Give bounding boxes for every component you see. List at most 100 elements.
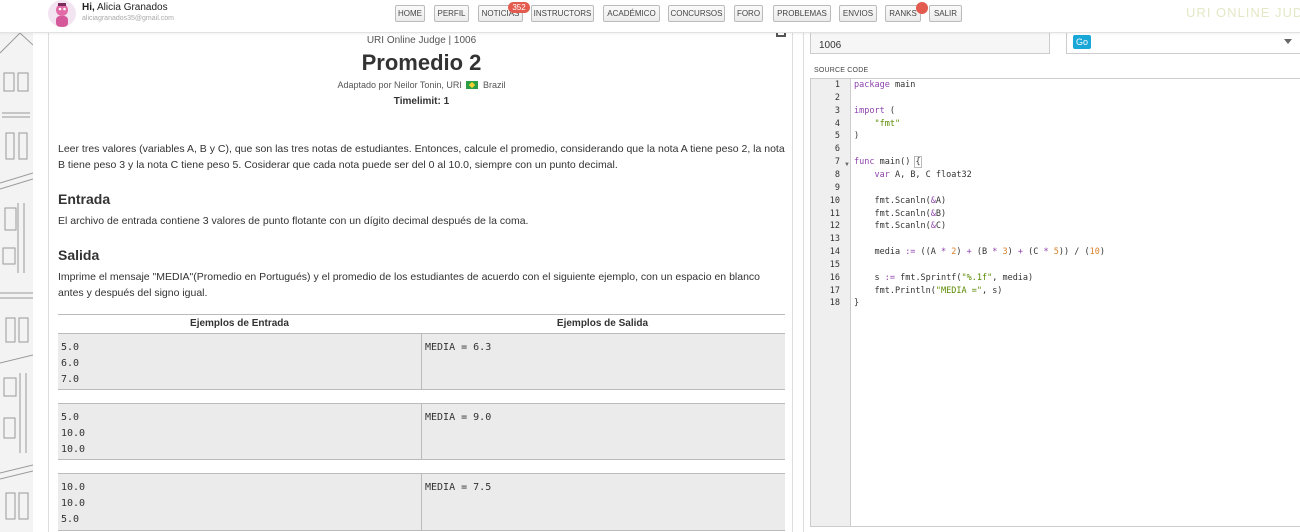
avatar-icon xyxy=(56,3,68,27)
code-token: 10 xyxy=(1089,247,1100,258)
code-token: )) / ( xyxy=(1058,247,1090,258)
line-number: 5 xyxy=(834,131,840,142)
code-token: ) xyxy=(1099,247,1105,258)
code-line[interactable]: fmt.Println("MEDIA =", s) xyxy=(854,286,1002,296)
nav-academico-button[interactable]: ACADÉMICO xyxy=(603,5,660,22)
line-number: 10 xyxy=(829,195,840,206)
selected-language: Go xyxy=(1073,35,1092,49)
nav-perfil-button[interactable]: PERFIL xyxy=(434,5,469,22)
output-heading: Salida xyxy=(58,247,100,263)
line-number: 17 xyxy=(829,285,840,296)
brazil-flag-icon xyxy=(466,81,479,89)
example-row: 5.0 10.0 10.0 MEDIA = 9.0 xyxy=(58,403,785,460)
example-input: 5.0 6.0 7.0 xyxy=(61,342,80,385)
chevron-down-icon[interactable] xyxy=(1284,39,1292,44)
code-line[interactable]: media := ((A * 2) + (B * 3) + (C * 5)) /… xyxy=(854,247,1105,257)
input-heading: Entrada xyxy=(58,191,111,207)
example-output: MEDIA = 6.3 xyxy=(421,334,784,389)
code-token: main() xyxy=(874,157,916,168)
code-token: fmt.Sprintf( xyxy=(894,272,962,283)
example-row: 10.0 10.0 5.0 MEDIA = 7.5 xyxy=(58,473,785,531)
nav-instructors-button[interactable]: INSTRUCTORS xyxy=(531,5,594,22)
ranks-notification-dot xyxy=(916,2,928,14)
line-number: 18 xyxy=(829,298,840,309)
code-token: ((A xyxy=(915,247,942,258)
fold-arrow-icon[interactable]: ▼ xyxy=(844,162,850,168)
credit-country: Brazil xyxy=(482,80,506,90)
line-number: 6 xyxy=(834,144,840,155)
example-input: 5.0 10.0 10.0 xyxy=(61,412,86,455)
nav-envios-button[interactable]: ENVIOS xyxy=(839,5,877,22)
code-line[interactable]: import ( xyxy=(854,106,895,116)
code-token: fmt.Scanln( xyxy=(854,221,931,232)
code-line[interactable]: func main() { xyxy=(854,156,922,169)
source-code-label: SOURCE CODE xyxy=(814,67,869,74)
greeting-prefix: Hi, xyxy=(82,2,95,13)
code-token: import xyxy=(854,105,885,116)
line-number: 14 xyxy=(829,247,840,258)
page-title: Promedio 2 xyxy=(361,50,482,75)
code-line[interactable]: fmt.Scanln(&C) xyxy=(854,221,946,231)
problem-statement-panel: URI Online Judge | 1006 Promedio 2 Adapt… xyxy=(48,33,793,532)
line-number: 3 xyxy=(834,105,840,116)
code-token: , s) xyxy=(981,285,1003,296)
code-token: "%.1f" xyxy=(961,272,993,283)
code-token: A, B, C float32 xyxy=(889,169,972,180)
code-token: := xyxy=(905,247,916,258)
code-line[interactable]: ) xyxy=(854,131,859,141)
code-line[interactable]: package main xyxy=(854,80,915,90)
line-number: 11 xyxy=(829,208,840,219)
code-line[interactable]: fmt.Scanln(&B) xyxy=(854,209,946,219)
nav-foro-button[interactable]: FORO xyxy=(734,5,763,22)
line-number: 13 xyxy=(829,234,840,245)
code-token: (C xyxy=(1023,247,1044,258)
code-token: ( xyxy=(884,105,895,116)
nav-home-button[interactable]: HOME xyxy=(395,5,425,22)
nav-salir-button[interactable]: SALIR xyxy=(929,5,962,22)
code-token: func xyxy=(854,157,875,168)
example-input: 10.0 10.0 5.0 xyxy=(61,482,86,525)
code-editor[interactable]: 1 2 3 4 5 6 7 8 9 10 11 12 13 14 15 16 17 18 ▼ package ma… xyxy=(810,78,1300,527)
code-token: , media) xyxy=(992,272,1034,283)
submission-panel: 1006 Go SOURCE CODE 1 2 3 4 5 6 7 8 9 10 11 12 13 14 1… xyxy=(803,31,1300,532)
line-number: 7 xyxy=(834,157,840,168)
example-output: MEDIA = 7.5 xyxy=(421,474,784,530)
examples-output-header: Ejemplos de Salida xyxy=(556,318,649,329)
code-token: fmt.Println( xyxy=(854,285,936,296)
example-output: MEDIA = 9.0 xyxy=(421,404,784,459)
code-token: (B xyxy=(971,247,993,258)
user-name[interactable]: Alicia Granados xyxy=(97,2,168,13)
code-token: package xyxy=(854,80,890,90)
code-token: var xyxy=(874,169,890,180)
noticias-count-badge: 352 xyxy=(508,2,530,13)
language-select[interactable]: Go xyxy=(1066,31,1300,54)
code-token: C) xyxy=(935,221,947,232)
avatar[interactable] xyxy=(48,0,76,27)
line-number: 16 xyxy=(829,272,840,283)
line-number: 2 xyxy=(834,92,840,103)
top-navigation-bar: Hi, Alicia Granados aliciagranados35@gma… xyxy=(0,0,1300,33)
code-line[interactable]: s := fmt.Sprintf("%.1f", media) xyxy=(854,273,1033,283)
problem-id-input[interactable]: 1006 xyxy=(810,31,1050,54)
brand-logo: URI ONLINE JUDGE xyxy=(1186,5,1300,20)
code-token: } xyxy=(854,298,860,309)
code-token: B) xyxy=(935,208,947,219)
code-line[interactable]: } xyxy=(854,298,859,308)
code-token: ) xyxy=(854,131,860,142)
timelimit: Timelimit: 1 xyxy=(393,96,450,107)
building-sketch-icon xyxy=(0,33,33,520)
code-token: A) xyxy=(935,195,947,206)
nav-problemas-button[interactable]: PROBLEMAS xyxy=(773,5,831,22)
user-email: aliciagranados35@gmail.com xyxy=(82,15,174,22)
line-number: 12 xyxy=(829,221,840,232)
code-line[interactable]: var A, B, C float32 xyxy=(854,169,972,180)
code-line[interactable]: fmt.Scanln(&A) xyxy=(854,196,946,206)
code-token: { xyxy=(914,156,922,169)
code-token: "MEDIA =" xyxy=(935,285,982,296)
code-line[interactable]: "fmt" xyxy=(854,119,900,129)
nav-concursos-button[interactable]: CONCURSOS xyxy=(668,5,725,22)
line-number: 9 xyxy=(834,182,840,193)
line-number: 15 xyxy=(829,259,840,270)
examples-input-header: Ejemplos de Entrada xyxy=(190,318,289,329)
